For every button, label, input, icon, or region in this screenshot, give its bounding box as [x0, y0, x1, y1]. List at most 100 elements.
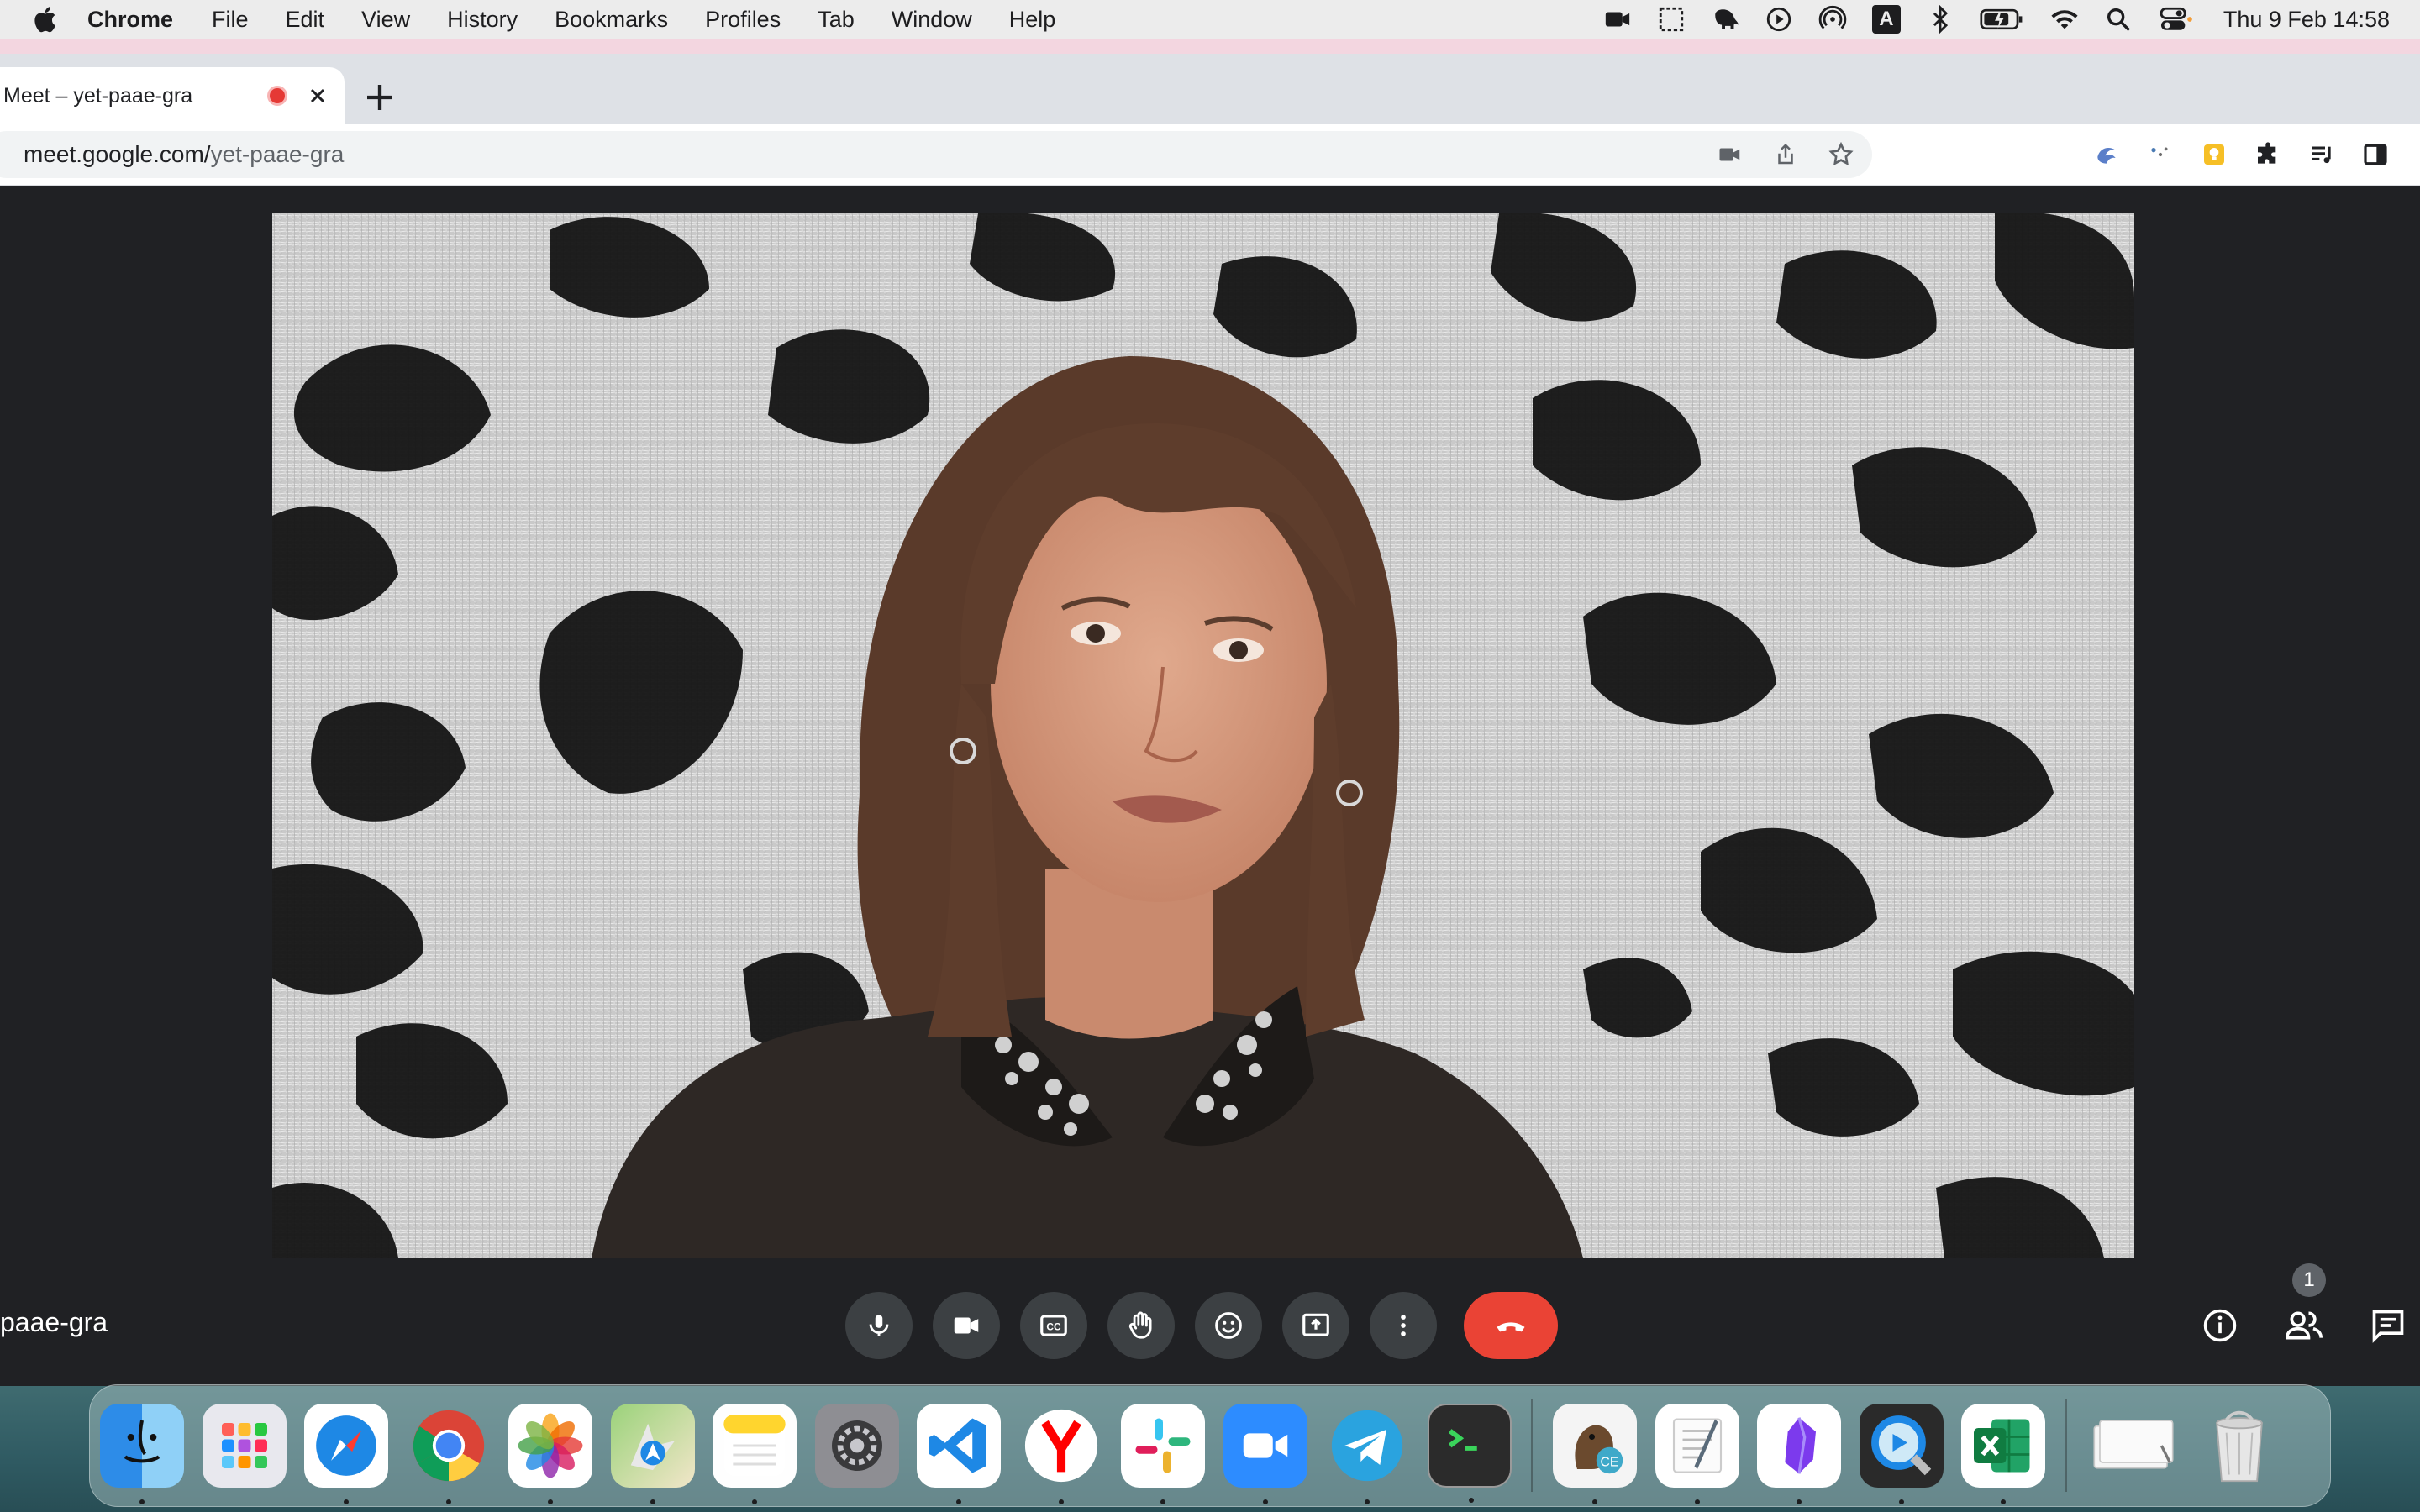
meeting-code: paae-gra [0, 1307, 108, 1337]
extension-dots-icon[interactable] [2146, 140, 2175, 169]
facetime-icon[interactable] [1603, 5, 1632, 34]
bluetooth-icon[interactable] [1926, 5, 1954, 34]
extension-swirl-icon[interactable] [2092, 140, 2121, 169]
dock-excel[interactable] [1961, 1404, 2045, 1504]
dock-obsidian[interactable] [1757, 1404, 1841, 1504]
menu-app-name[interactable]: Chrome [87, 7, 173, 33]
info-icon [2203, 1309, 2237, 1342]
spotlight-icon[interactable] [2104, 5, 2133, 34]
emoji-icon [1215, 1312, 1242, 1339]
camera-in-use-icon[interactable] [1716, 140, 1744, 169]
control-center-icon[interactable] [2158, 5, 2193, 34]
tab-close-icon[interactable] [308, 86, 328, 106]
slack-icon [1135, 1418, 1191, 1473]
dock-photos[interactable] [508, 1404, 592, 1504]
side-panel-icon[interactable] [2361, 140, 2390, 169]
address-bar[interactable]: meet.google.com/yet-paae-gra [0, 131, 1872, 178]
camera-button[interactable] [933, 1292, 1000, 1359]
dock-zoom[interactable] [1223, 1404, 1307, 1504]
dock-quicktime[interactable] [1859, 1404, 1944, 1504]
dock-chrome[interactable] [407, 1404, 491, 1504]
people-button[interactable]: 1 [2284, 1263, 2326, 1346]
textedit-icon [1672, 1418, 1722, 1473]
menu-view[interactable]: View [361, 7, 410, 33]
running-indicator [1058, 1499, 1064, 1504]
meeting-details-button[interactable] [2200, 1305, 2240, 1346]
participant-video[interactable] [272, 213, 2134, 1258]
dock-telegram[interactable] [1325, 1404, 1409, 1504]
share-icon[interactable] [1771, 140, 1800, 169]
dock-yandex-browser[interactable] [1019, 1404, 1103, 1504]
microphone-button[interactable] [845, 1292, 913, 1359]
url-text[interactable]: meet.google.com/yet-paae-gra [24, 141, 344, 168]
dock-launchpad[interactable] [202, 1404, 287, 1488]
dock-slack[interactable] [1121, 1404, 1205, 1504]
tab-title: Meet – yet-paae-gra [3, 83, 193, 108]
menu-profiles[interactable]: Profiles [705, 7, 781, 33]
running-indicator [752, 1499, 757, 1504]
media-controls-icon[interactable] [2307, 140, 2336, 169]
chat-icon [2372, 1310, 2404, 1343]
dock-trash[interactable] [2197, 1404, 2281, 1488]
browser-toolbar: meet.google.com/yet-paae-gra [0, 124, 2420, 186]
running-indicator [1262, 1499, 1268, 1504]
running-indicator [2001, 1499, 2006, 1504]
quicktime-icon [1870, 1415, 1931, 1476]
screenshot-icon[interactable] [1657, 5, 1686, 34]
dock-maps[interactable] [610, 1404, 695, 1504]
apple-logo-icon[interactable] [30, 3, 62, 35]
menu-help[interactable]: Help [1009, 7, 1056, 33]
notes-icon [723, 1415, 786, 1477]
present-screen-button[interactable] [1282, 1292, 1349, 1359]
menu-file[interactable]: File [212, 7, 249, 33]
extensions-puzzle-icon[interactable] [2254, 140, 2282, 169]
dock: CE [89, 1384, 2331, 1507]
maps-icon [630, 1423, 675, 1471]
airdrop-icon[interactable] [1818, 5, 1847, 34]
settings-gear-icon [831, 1420, 882, 1471]
running-indicator [1592, 1499, 1597, 1504]
dock-textedit[interactable] [1655, 1404, 1739, 1504]
dock-system-settings[interactable] [814, 1404, 899, 1488]
menu-clock[interactable]: Thu 9 Feb 14:58 [2223, 7, 2390, 33]
battery-icon[interactable] [1980, 5, 2025, 34]
dock-notes[interactable] [713, 1404, 797, 1504]
emoji-reaction-button[interactable] [1195, 1292, 1262, 1359]
call-controls: CC [845, 1292, 1558, 1359]
new-tab-icon[interactable] [363, 81, 397, 114]
dock-terminal[interactable] [1427, 1404, 1512, 1503]
running-indicator [956, 1499, 961, 1504]
recording-indicator-icon [267, 86, 287, 106]
captions-button[interactable]: CC [1020, 1292, 1087, 1359]
menu-tab[interactable]: Tab [818, 7, 855, 33]
status-area: A Thu 9 Feb 14:58 [1603, 0, 2390, 39]
extension-keep-icon[interactable] [2200, 140, 2228, 169]
running-indicator [1365, 1499, 1370, 1504]
downloads-stack-icon [2093, 1420, 2173, 1469]
menu-history[interactable]: History [447, 7, 518, 33]
dock-safari[interactable] [304, 1404, 388, 1504]
profile-avatar-icon[interactable] [2415, 140, 2420, 169]
input-source-label: A [1879, 8, 1894, 30]
menu-bookmarks[interactable]: Bookmarks [555, 7, 668, 33]
evernote-icon[interactable] [1711, 5, 1739, 34]
running-indicator [1160, 1499, 1165, 1504]
menu-edit[interactable]: Edit [286, 7, 325, 33]
wifi-icon[interactable] [2050, 5, 2079, 34]
dock-finder[interactable] [100, 1404, 184, 1504]
chat-button[interactable] [2368, 1305, 2408, 1346]
bookmark-star-icon[interactable] [1827, 140, 1855, 169]
launchpad-icon [221, 1423, 267, 1468]
trash-icon [2216, 1410, 2263, 1483]
play-icon[interactable] [1765, 5, 1793, 34]
more-options-button[interactable] [1370, 1292, 1437, 1359]
menu-window[interactable]: Window [892, 7, 972, 33]
obsidian-icon [1785, 1417, 1816, 1474]
raise-hand-button[interactable] [1107, 1292, 1175, 1359]
dock-downloads-stack[interactable] [2087, 1404, 2180, 1488]
input-source-icon[interactable]: A [1871, 5, 1901, 34]
dock-vscode[interactable] [917, 1404, 1001, 1504]
leave-call-button[interactable] [1464, 1292, 1558, 1359]
dock-ce-app[interactable]: CE [1553, 1404, 1637, 1504]
tab-meet[interactable]: Meet – yet-paae-gra [0, 67, 345, 124]
